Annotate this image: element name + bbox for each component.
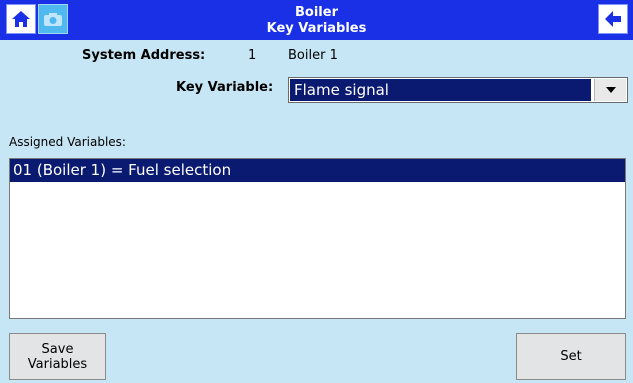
assigned-variables-label: Assigned Variables:: [9, 135, 126, 149]
chevron-down-icon: [605, 87, 616, 93]
title-line-2: Key Variables: [266, 21, 367, 36]
title-line-1: Boiler: [295, 5, 338, 20]
set-button[interactable]: Set: [516, 333, 626, 380]
title-bar: Boiler Key Variables: [0, 0, 633, 40]
back-button[interactable]: [598, 4, 628, 34]
save-variables-button[interactable]: Save Variables: [9, 333, 106, 380]
key-variable-dropdown[interactable]: Flame signal: [288, 77, 628, 103]
system-address-label: System Address:: [82, 48, 206, 63]
system-address-value: 1: [248, 48, 257, 63]
key-variable-label: Key Variable:: [176, 80, 274, 95]
list-item[interactable]: 01 (Boiler 1) = Fuel selection: [10, 159, 625, 182]
save-button-line-1: Save: [41, 341, 74, 357]
key-variable-selected: Flame signal: [290, 79, 591, 101]
back-arrow-icon: [605, 11, 621, 27]
device-name: Boiler 1: [288, 48, 338, 63]
dropdown-toggle[interactable]: [594, 79, 626, 101]
assigned-variables-list[interactable]: 01 (Boiler 1) = Fuel selection: [9, 158, 626, 319]
save-button-line-2: Variables: [27, 356, 88, 372]
